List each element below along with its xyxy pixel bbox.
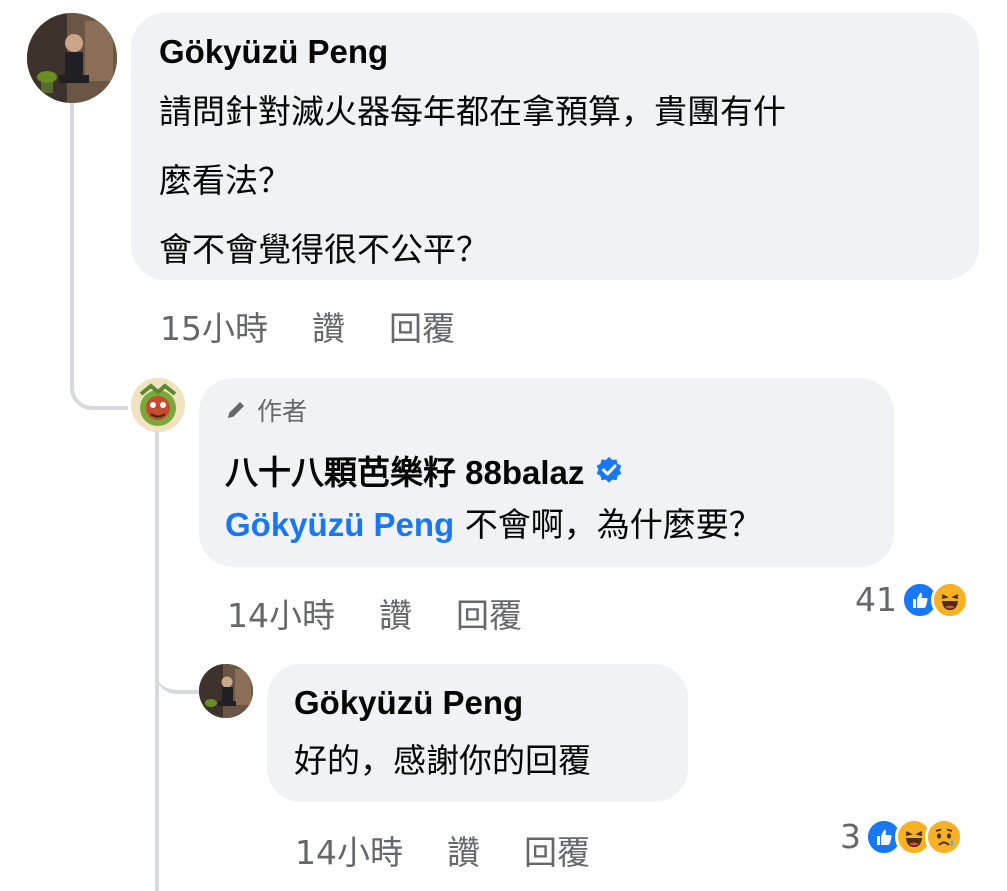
comment-meta: 14小時 讚 回覆 xyxy=(295,826,634,874)
comment-author[interactable]: Gökyüzü Peng xyxy=(294,684,523,722)
verified-icon xyxy=(597,457,622,483)
avatar[interactable] xyxy=(131,378,185,432)
reaction-count: 41 xyxy=(855,580,897,619)
reply-button[interactable]: 回覆 xyxy=(456,596,522,635)
haha-icon xyxy=(931,580,969,619)
comment-author[interactable]: 八十八顆芭樂籽 88balaz xyxy=(225,446,624,494)
mention-link[interactable]: Gökyüzü Peng xyxy=(225,506,454,543)
comment-bubble: 作者 八十八顆芭樂籽 88balaz Gökyüzü Peng 不會啊，為什麼要… xyxy=(199,378,894,567)
comment-bubble: Gökyüzü Peng 好的，感謝你的回覆 xyxy=(267,664,688,802)
comment-meta: 14小時 讚 回覆 xyxy=(227,589,566,637)
sad-icon xyxy=(925,817,963,856)
reaction-summary[interactable]: 3 xyxy=(840,817,963,856)
like-button[interactable]: 讚 xyxy=(447,833,480,872)
reaction-count: 3 xyxy=(840,817,861,856)
comment-text: Gökyüzü Peng 不會啊，為什麼要？ xyxy=(225,505,762,544)
comment-text: 好的，感謝你的回覆 xyxy=(294,741,591,780)
comment-text-line: 請問針對滅火器每年都在拿預算，貴團有什 xyxy=(159,92,786,131)
comment-meta: 15小時 讚 回覆 xyxy=(160,302,499,350)
comment-text-line: 會不會覺得很不公平？ xyxy=(159,230,489,269)
comment-bubble: Gökyüzü Peng 請問針對滅火器每年都在拿預算，貴團有什 麼看法？ 會不… xyxy=(131,13,979,280)
reply-button[interactable]: 回覆 xyxy=(524,833,590,872)
avatar[interactable] xyxy=(27,13,117,103)
comment-text-line: 麼看法？ xyxy=(159,161,291,200)
like-button[interactable]: 讚 xyxy=(379,596,412,635)
comment-time[interactable]: 14小時 xyxy=(295,833,403,872)
author-badge: 作者 xyxy=(225,392,307,428)
pencil-icon xyxy=(228,402,244,418)
thread-connector xyxy=(155,640,201,694)
reply-button[interactable]: 回覆 xyxy=(389,309,455,348)
author-badge-label: 作者 xyxy=(257,397,308,426)
like-button[interactable]: 讚 xyxy=(312,309,345,348)
avatar[interactable] xyxy=(199,664,253,718)
thread-connector xyxy=(70,100,128,410)
reaction-summary[interactable]: 41 xyxy=(855,580,969,619)
comment-time[interactable]: 15小時 xyxy=(160,309,268,348)
comment-time[interactable]: 14小時 xyxy=(227,596,335,635)
comment-author[interactable]: Gökyüzü Peng xyxy=(159,33,388,71)
